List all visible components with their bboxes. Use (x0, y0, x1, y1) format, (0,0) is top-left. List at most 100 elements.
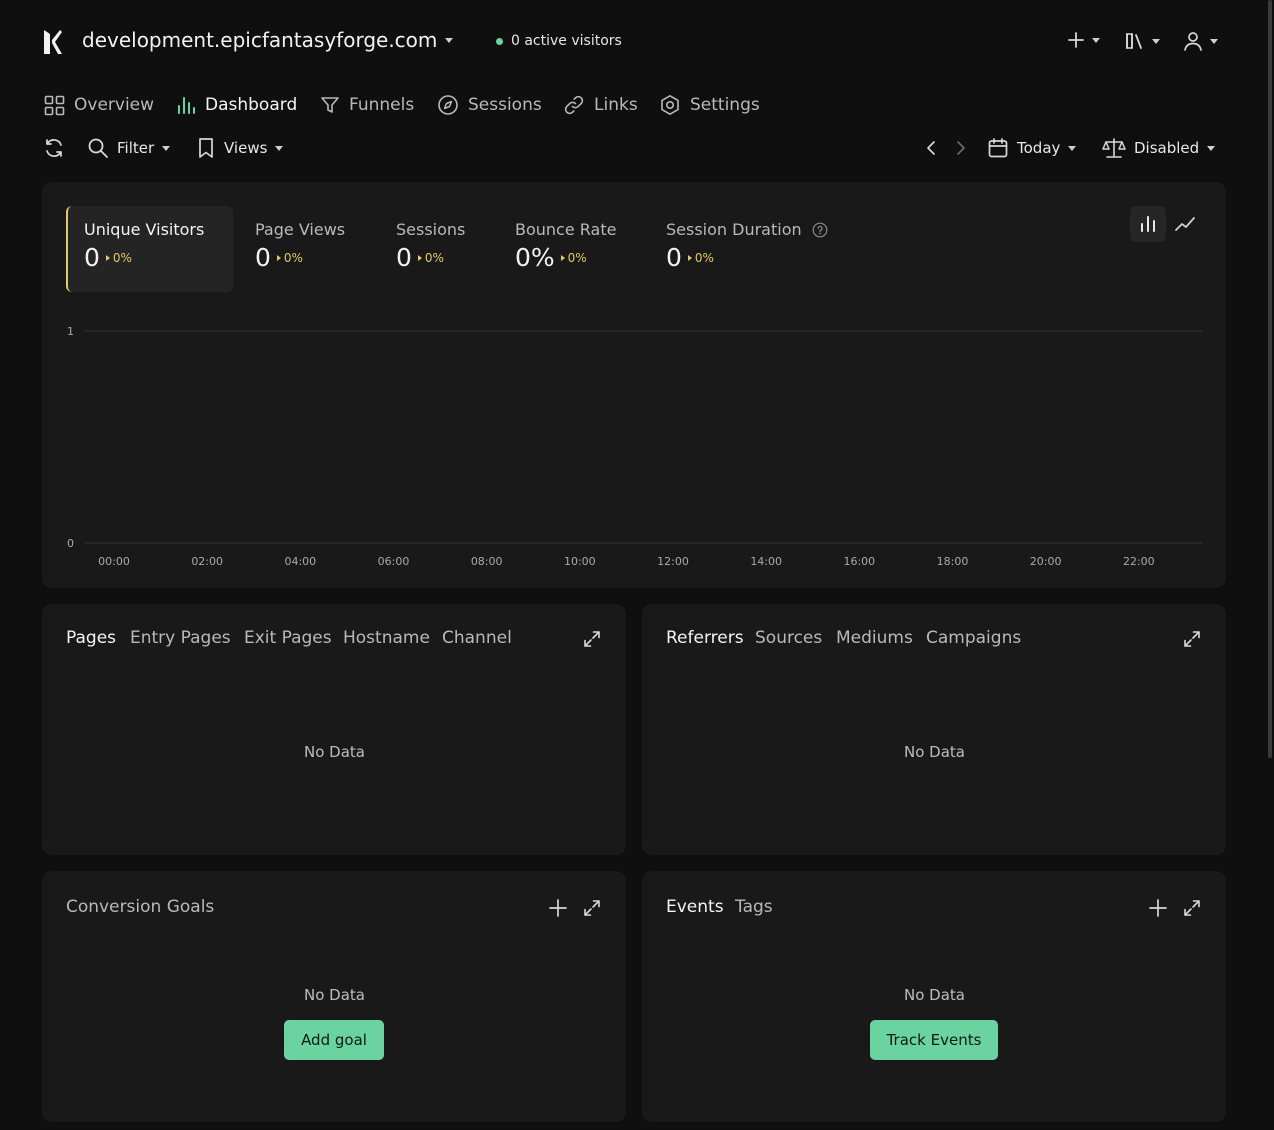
metric-change-value: 0% (567, 250, 587, 265)
metric-bounce-rate[interactable]: Bounce Rate 0% 0% (499, 206, 639, 292)
metric-value: 0 (255, 243, 271, 272)
tab-overview-label: Overview (74, 95, 155, 115)
previous-period-button[interactable] (924, 136, 938, 160)
tab-dashboard[interactable]: Dashboard (176, 92, 297, 118)
user-menu-button[interactable] (1182, 30, 1218, 52)
chevron-down-icon (1207, 145, 1216, 151)
metric-session-duration[interactable]: Session Duration 0 0% (650, 206, 860, 292)
grid-icon (44, 95, 65, 115)
metric-label: Session Duration (666, 220, 802, 239)
expand-icon (584, 631, 600, 647)
tab-sessions[interactable]: Sessions (437, 92, 542, 118)
x-tick-label: 06:00 (378, 555, 410, 568)
x-tick-label: 10:00 (564, 555, 596, 568)
x-tick-label: 16:00 (843, 555, 875, 568)
tab-tags[interactable]: Tags (735, 897, 773, 917)
metric-unique-visitors[interactable]: Unique Visitors 0 0% (66, 206, 233, 292)
chevron-right-icon (957, 141, 965, 155)
x-tick-label: 22:00 (1123, 555, 1155, 568)
expand-pages-button[interactable] (583, 630, 601, 648)
plus-icon (549, 899, 567, 917)
tab-pages[interactable]: Pages (66, 628, 116, 648)
metric-label: Sessions (396, 220, 466, 239)
metric-change-value: 0% (694, 250, 714, 265)
metric-change-value: 0% (424, 250, 444, 265)
metric-label: Page Views (255, 220, 346, 239)
add-event-icon-button[interactable] (1148, 898, 1168, 918)
tab-dashboard-label: Dashboard (205, 95, 298, 115)
chevron-left-icon (927, 141, 935, 155)
metric-page-views[interactable]: Page Views 0 0% (239, 206, 369, 292)
next-period-button[interactable] (954, 136, 968, 160)
page-scrollbar[interactable] (1268, 0, 1272, 758)
metric-change: 0% (417, 250, 444, 265)
filter-button[interactable]: Filter (87, 136, 171, 160)
refresh-button[interactable] (43, 136, 65, 160)
tab-exit-pages[interactable]: Exit Pages (244, 628, 332, 648)
metric-change: 0% (687, 250, 714, 265)
tab-links[interactable]: Links (563, 92, 638, 118)
add-menu-button[interactable] (1066, 30, 1100, 50)
chevron-down-icon (1092, 37, 1100, 43)
site-selector[interactable]: development.epicfantasyforge.com (82, 28, 454, 52)
metric-value: 0 (396, 243, 412, 272)
compass-icon (438, 95, 458, 115)
tab-links-label: Links (594, 95, 638, 115)
active-visitors: 0 active visitors (496, 33, 622, 49)
metric-value: 0% (515, 243, 555, 272)
tab-entry-pages[interactable]: Entry Pages (130, 628, 231, 648)
caret-right-icon (560, 254, 565, 261)
expand-events-button[interactable] (1183, 899, 1201, 917)
tab-overview[interactable]: Overview (44, 92, 154, 118)
referrers-empty-text: No Data (904, 743, 965, 761)
metric-value: 0 (666, 243, 682, 272)
x-tick-label: 00:00 (98, 555, 130, 568)
line-chart-toggle[interactable] (1170, 206, 1200, 242)
library-icon (1126, 33, 1142, 49)
app-logo[interactable] (42, 28, 64, 56)
views-label: Views (224, 139, 268, 157)
chevron-down-icon (1210, 38, 1218, 44)
expand-referrers-button[interactable] (1183, 630, 1201, 648)
library-menu-button[interactable] (1124, 30, 1160, 52)
tab-sources[interactable]: Sources (755, 628, 822, 648)
bookmark-icon (199, 138, 213, 158)
metric-sessions[interactable]: Sessions 0 0% (380, 206, 490, 292)
y-tick-label: 1 (67, 325, 74, 338)
tab-channel[interactable]: Channel (442, 628, 512, 648)
search-icon (88, 138, 108, 158)
conversion-goals-title: Conversion Goals (66, 897, 215, 917)
calendar-icon (988, 138, 1008, 158)
date-range-button[interactable]: Today (987, 136, 1077, 160)
compare-button[interactable]: Disabled (1102, 136, 1216, 160)
tab-referrers[interactable]: Referrers (666, 628, 744, 648)
help-icon[interactable] (812, 222, 828, 238)
expand-goals-button[interactable] (583, 899, 601, 917)
x-tick-label: 12:00 (657, 555, 689, 568)
live-dot-icon (496, 37, 503, 45)
x-tick-label: 08:00 (471, 555, 503, 568)
add-goal-icon-button[interactable] (548, 898, 568, 918)
expand-icon (1184, 631, 1200, 647)
tab-settings[interactable]: Settings (659, 92, 760, 118)
tab-events[interactable]: Events (666, 897, 724, 917)
bar-chart-icon (178, 97, 195, 114)
tab-funnels[interactable]: Funnels (320, 92, 414, 118)
line-chart-icon (1175, 217, 1195, 231)
track-events-button[interactable]: Track Events (870, 1020, 998, 1060)
plus-icon (1149, 899, 1167, 917)
bar-chart-icon (1141, 216, 1155, 232)
expand-icon (1184, 900, 1200, 916)
bar-chart-toggle[interactable] (1130, 206, 1166, 242)
link-icon (564, 95, 584, 115)
caret-right-icon (417, 254, 422, 261)
tab-mediums[interactable]: Mediums (836, 628, 913, 648)
tab-campaigns[interactable]: Campaigns (926, 628, 1021, 648)
date-range-label: Today (1017, 139, 1061, 157)
views-button[interactable]: Views (196, 136, 284, 160)
user-icon (1184, 32, 1202, 51)
add-goal-button[interactable]: Add goal (284, 1020, 384, 1060)
tab-funnels-label: Funnels (349, 95, 415, 115)
scale-icon (1102, 138, 1126, 158)
tab-hostname[interactable]: Hostname (343, 628, 430, 648)
